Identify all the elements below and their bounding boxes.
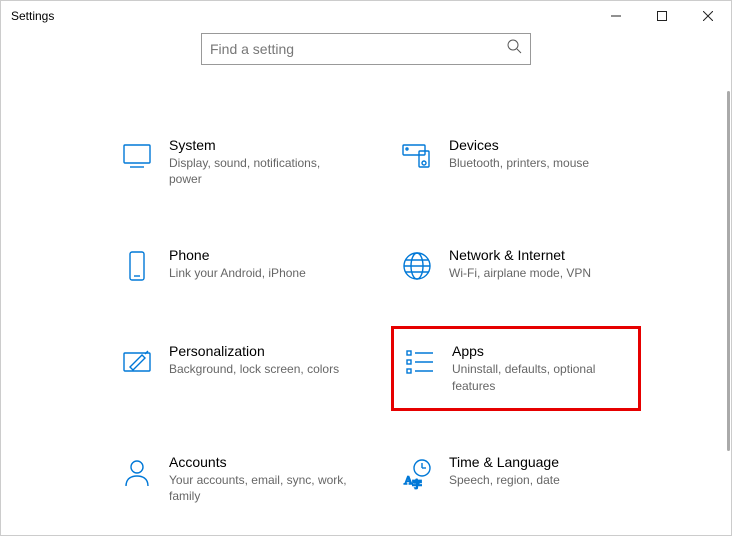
system-icon <box>117 137 157 173</box>
tile-personalization[interactable]: Personalization Background, lock screen,… <box>111 337 361 399</box>
tile-title: Accounts <box>169 454 353 470</box>
tile-title: Time & Language <box>449 454 560 470</box>
tile-system[interactable]: System Display, sound, notifications, po… <box>111 131 361 193</box>
tile-desc: Link your Android, iPhone <box>169 265 306 281</box>
tile-devices[interactable]: Devices Bluetooth, printers, mouse <box>391 131 641 193</box>
search-input[interactable] <box>210 41 490 57</box>
tile-desc: Your accounts, email, sync, work, family <box>169 472 353 504</box>
search-box[interactable] <box>201 33 531 65</box>
phone-icon <box>117 247 157 283</box>
accounts-icon <box>117 454 157 490</box>
settings-main: System Display, sound, notifications, po… <box>1 91 719 531</box>
tile-accounts[interactable]: Accounts Your accounts, email, sync, wor… <box>111 448 361 510</box>
close-button[interactable] <box>685 1 731 31</box>
window-title: Settings <box>11 9 54 23</box>
tile-desc: Background, lock screen, colors <box>169 361 339 377</box>
tile-desc: Bluetooth, printers, mouse <box>449 155 589 171</box>
tile-title: System <box>169 137 353 153</box>
search-row <box>1 33 731 65</box>
tile-desc: Speech, region, date <box>449 472 560 488</box>
tile-title: Devices <box>449 137 589 153</box>
tile-network[interactable]: Network & Internet Wi-Fi, airplane mode,… <box>391 241 641 289</box>
tile-desc: Wi-Fi, airplane mode, VPN <box>449 265 591 281</box>
minimize-button[interactable] <box>593 1 639 31</box>
globe-icon <box>397 247 437 283</box>
tile-title: Personalization <box>169 343 339 359</box>
svg-text:字: 字 <box>412 478 422 490</box>
search-icon <box>507 39 522 59</box>
apps-icon <box>400 343 440 379</box>
tile-time[interactable]: A 字 Time & Language Speech, region, date <box>391 448 641 510</box>
titlebar: Settings <box>1 1 731 31</box>
window-controls <box>593 1 731 31</box>
tile-apps[interactable]: Apps Uninstall, defaults, optional featu… <box>391 326 641 410</box>
tile-title: Network & Internet <box>449 247 591 263</box>
tile-title: Apps <box>452 343 630 359</box>
scrollbar[interactable] <box>722 91 730 531</box>
scrollbar-thumb[interactable] <box>727 91 730 451</box>
tile-title: Phone <box>169 247 306 263</box>
devices-icon <box>397 137 437 173</box>
maximize-button[interactable] <box>639 1 685 31</box>
tile-phone[interactable]: Phone Link your Android, iPhone <box>111 241 361 289</box>
tile-desc: Display, sound, notifications, power <box>169 155 353 187</box>
paintbrush-icon <box>117 343 157 379</box>
time-language-icon: A 字 <box>397 454 437 490</box>
tile-desc: Uninstall, defaults, optional features <box>452 361 630 393</box>
settings-grid: System Display, sound, notifications, po… <box>111 131 719 510</box>
